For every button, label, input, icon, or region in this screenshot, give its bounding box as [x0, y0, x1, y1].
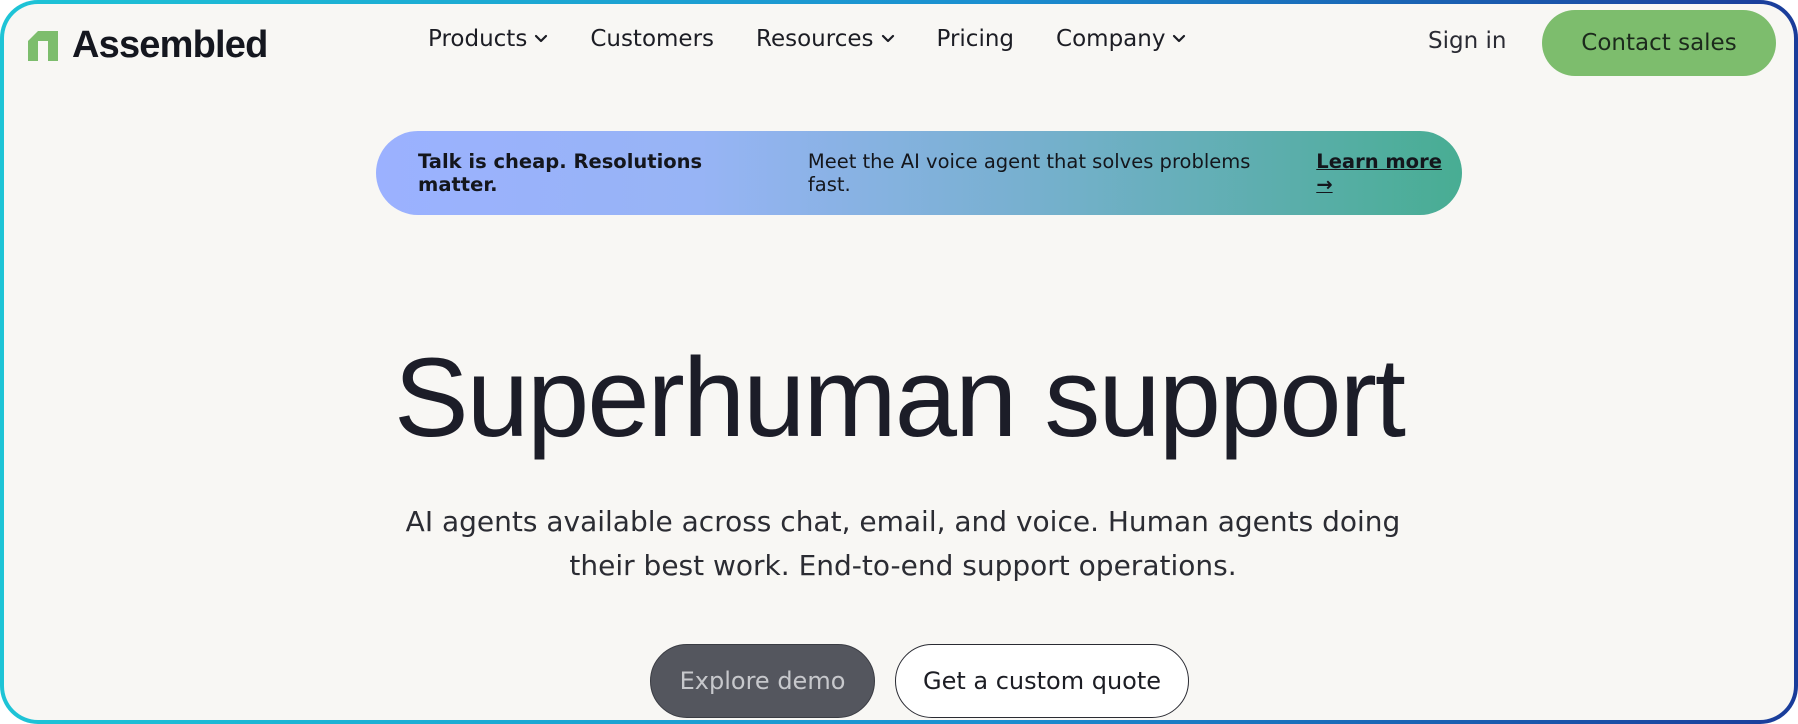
nav-item-label: Resources: [756, 26, 874, 52]
screenshot-frame: Assembled Products Customers Resources P…: [0, 0, 1798, 724]
nav-item-company[interactable]: Company: [1056, 26, 1186, 52]
assembled-logo-icon: [28, 30, 58, 61]
main-nav: Products Customers Resources Pricing Com…: [428, 26, 1186, 52]
chevron-down-icon: [881, 34, 894, 43]
nav-item-label: Pricing: [936, 26, 1015, 52]
contact-sales-button[interactable]: Contact sales: [1542, 10, 1776, 76]
sign-in-link[interactable]: Sign in: [1428, 28, 1506, 54]
nav-item-resources[interactable]: Resources: [756, 26, 894, 52]
learn-more-link[interactable]: Learn more →: [1316, 150, 1462, 196]
hero-subtitle: AI agents available across chat, email, …: [405, 505, 1401, 582]
nav-item-label: Company: [1056, 26, 1166, 52]
banner-text: Meet the AI voice agent that solves prob…: [807, 150, 1251, 196]
brand-logo[interactable]: Assembled: [26, 24, 268, 67]
announcement-banner[interactable]: Talk is cheap. Resolutions matter. Meet …: [376, 131, 1462, 215]
brand-name: Assembled: [72, 24, 268, 66]
nav-item-pricing[interactable]: Pricing: [937, 26, 1015, 52]
nav-item-label: Products: [428, 26, 528, 52]
nav-item-label: Customers: [590, 26, 715, 52]
page: Assembled Products Customers Resources P…: [4, 4, 1794, 720]
banner-headline: Talk is cheap. Resolutions matter.: [418, 150, 703, 196]
chevron-down-icon: [1173, 34, 1186, 43]
nav-item-products[interactable]: Products: [428, 26, 548, 52]
chevron-down-icon: [535, 34, 548, 43]
nav-item-customers[interactable]: Customers: [590, 26, 714, 52]
custom-quote-button[interactable]: Get a custom quote: [895, 644, 1189, 718]
explore-demo-button[interactable]: Explore demo: [650, 644, 875, 718]
hero-title: Superhuman support: [393, 335, 1406, 460]
